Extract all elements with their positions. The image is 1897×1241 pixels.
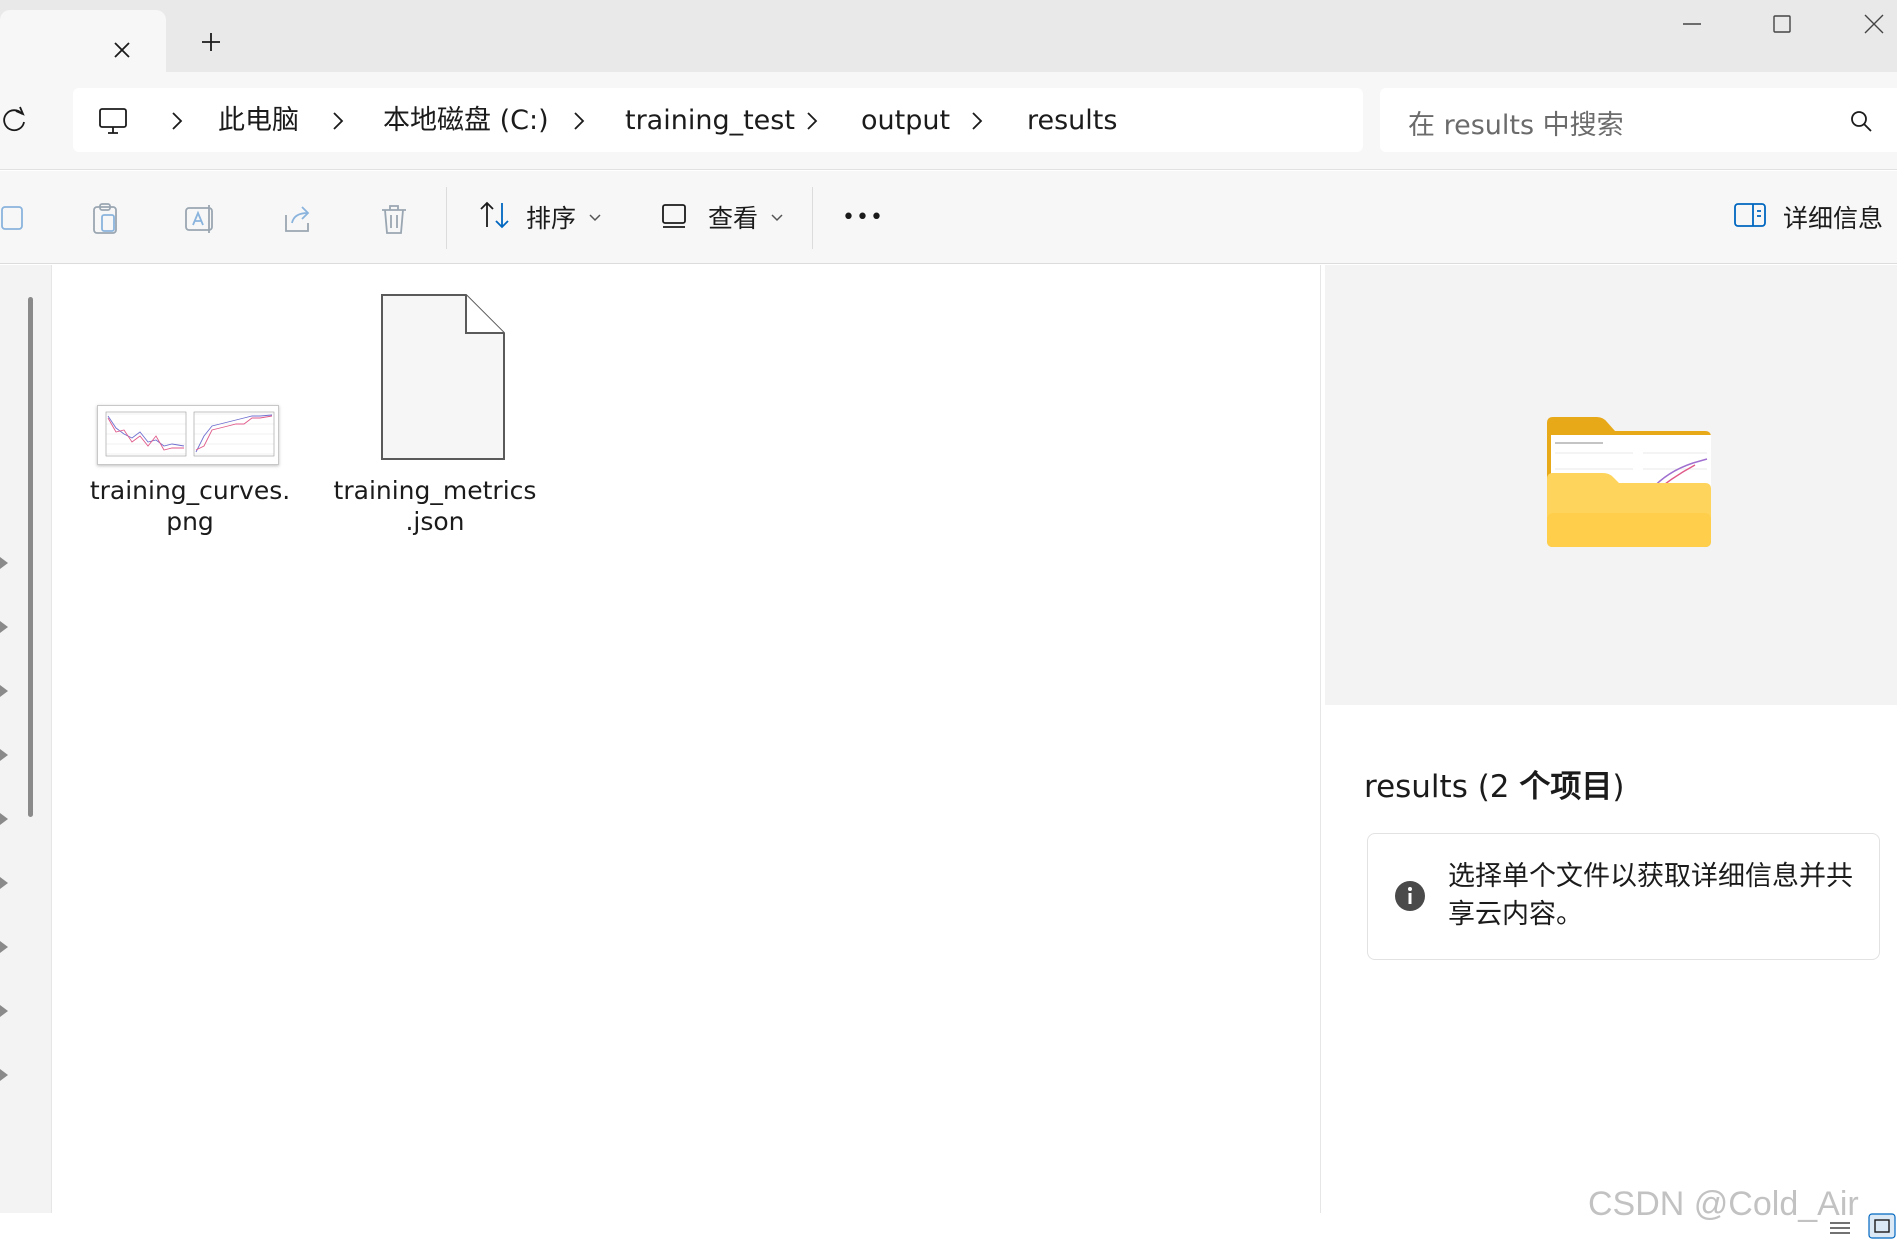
chevron-right-icon[interactable] — [165, 108, 189, 134]
view-label: 查看 — [708, 204, 759, 233]
toolbar-separator — [446, 187, 447, 249]
sort-icon — [478, 199, 512, 235]
chevron-right-icon[interactable] — [567, 108, 591, 134]
details-title-suffix: ) — [1612, 769, 1625, 805]
navigation-pane — [0, 265, 52, 1213]
chevron-down-icon — [770, 208, 784, 227]
search-input[interactable]: 在 results 中搜索 — [1380, 88, 1897, 152]
file-list-area[interactable]: training_curves. png training_metrics .j… — [53, 265, 1319, 1213]
rename-icon[interactable] — [183, 201, 219, 237]
watermark: CSDN @Cold_Air — [1588, 1185, 1859, 1223]
maximize-icon[interactable] — [1752, 4, 1812, 44]
info-card: 选择单个文件以获取详细信息并共享云内容。 — [1367, 833, 1880, 960]
tiles-view-icon[interactable] — [1868, 1213, 1896, 1241]
details-title: results (2 个项目) — [1364, 761, 1625, 806]
expand-arrow-icon[interactable] — [0, 811, 10, 827]
details-preview — [1325, 265, 1897, 705]
file-name-line: .json — [405, 507, 465, 536]
info-text: 选择单个文件以获取详细信息并共享云内容。 — [1448, 861, 1853, 930]
details-pane-icon — [1733, 201, 1767, 233]
details-pane-label: 详细信息 — [1783, 204, 1884, 233]
paste-icon[interactable] — [88, 201, 124, 237]
tab-active[interactable] — [0, 10, 166, 72]
view-icon — [660, 201, 688, 233]
command-bar: 排序 查看 ••• 详细信息 — [0, 171, 1897, 264]
file-name-line: png — [166, 507, 214, 536]
chevron-right-icon[interactable] — [965, 108, 989, 134]
breadcrumb-this-pc[interactable]: 此电脑 — [218, 104, 299, 138]
search-icon[interactable] — [1848, 108, 1874, 134]
this-pc-icon[interactable] — [98, 106, 128, 136]
file-name-line: training_metrics — [333, 476, 537, 505]
details-pane: results (2 个项目) 选择单个文件以获取详细信息并共享云内容。 — [1320, 265, 1897, 1213]
chevron-right-icon[interactable] — [800, 108, 824, 134]
share-icon[interactable] — [280, 201, 316, 237]
sort-button[interactable]: 排序 — [478, 189, 602, 245]
chevron-down-icon — [588, 208, 602, 227]
expand-arrow-icon[interactable] — [0, 875, 10, 891]
expand-arrow-icon[interactable] — [0, 683, 10, 699]
window-close-icon[interactable] — [1844, 4, 1897, 44]
file-name-line: training_curves. — [89, 476, 291, 505]
sort-label: 排序 — [526, 204, 577, 233]
details-title-prefix: results (2 — [1364, 769, 1520, 805]
tab-strip — [0, 0, 1897, 72]
address-bar[interactable]: 此电脑 本地磁盘 (C:) training_test output resul… — [73, 88, 1363, 152]
image-thumbnail — [97, 405, 279, 465]
delete-icon[interactable] — [376, 201, 412, 237]
expand-arrow-icon[interactable] — [0, 555, 10, 571]
more-icon: ••• — [842, 204, 884, 230]
plus-icon[interactable] — [193, 24, 229, 60]
address-row: 此电脑 本地磁盘 (C:) training_test output resul… — [0, 72, 1897, 170]
details-pane-button[interactable]: 详细信息 — [1733, 189, 1883, 245]
expand-arrow-icon[interactable] — [0, 1067, 10, 1083]
chevron-right-icon[interactable] — [326, 108, 350, 134]
view-button[interactable]: 查看 — [660, 189, 784, 245]
expand-arrow-icon[interactable] — [0, 939, 10, 955]
breadcrumb-training-test[interactable]: training_test — [625, 104, 795, 138]
details-title-count: 个项目 — [1519, 769, 1613, 805]
breadcrumb-output[interactable]: output — [861, 104, 950, 138]
generic-file-icon — [380, 293, 506, 465]
breadcrumb-local-disk[interactable]: 本地磁盘 (C:) — [383, 104, 549, 138]
expand-arrow-icon[interactable] — [0, 747, 10, 763]
more-options-button[interactable]: ••• — [842, 189, 884, 245]
folder-icon — [1543, 413, 1715, 551]
close-icon[interactable] — [106, 34, 138, 66]
copy-icon[interactable] — [0, 201, 36, 237]
minimize-icon[interactable] — [1662, 4, 1722, 44]
search-placeholder: 在 results 中搜索 — [1408, 110, 1624, 141]
nav-scrollbar[interactable] — [28, 297, 33, 817]
file-name: training_metrics .json — [330, 475, 540, 537]
info-icon — [1394, 880, 1426, 912]
file-name: training_curves. png — [85, 475, 295, 537]
breadcrumb-results[interactable]: results — [1027, 104, 1117, 138]
expand-arrow-icon[interactable] — [0, 619, 10, 635]
toolbar-separator — [812, 187, 813, 249]
refresh-icon[interactable] — [0, 105, 30, 135]
expand-arrow-icon[interactable] — [0, 1003, 10, 1019]
